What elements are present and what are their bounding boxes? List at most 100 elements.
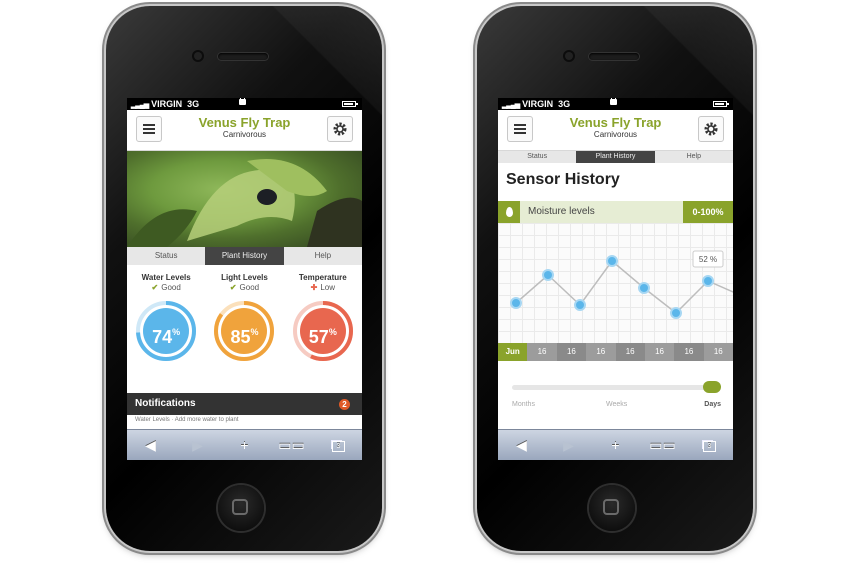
- bookmarks-button[interactable]: ▭▭: [268, 430, 315, 460]
- gauge-label: Temperature: [298, 273, 347, 282]
- data-point[interactable]: [542, 269, 554, 281]
- section-title: Sensor History: [506, 171, 620, 188]
- moisture-chart: 52 %: [498, 223, 733, 343]
- screen-status: ▂▃▄▅ VIRGIN 3G Venus Fly Trap Carnivorous: [127, 98, 362, 460]
- gauge: Water Levels ✔ Good 74%: [127, 273, 205, 393]
- add-button[interactable]: +: [592, 430, 639, 460]
- tabs-count: 3: [332, 440, 345, 452]
- date-cell[interactable]: 16: [703, 343, 733, 361]
- plus-icon: ✚: [310, 283, 318, 292]
- app-header: Venus Fly Trap Carnivorous: [498, 110, 733, 151]
- tab-help[interactable]: Help: [655, 151, 733, 163]
- add-button[interactable]: +: [221, 430, 268, 460]
- battery-icon: [342, 101, 358, 107]
- chart-svg: 52 %: [510, 250, 733, 319]
- gauge-label: Water Levels: [141, 273, 191, 282]
- gauge-status: ✔ Good: [151, 283, 181, 292]
- data-point[interactable]: [606, 255, 618, 267]
- battery-icon: [713, 101, 729, 107]
- back-button[interactable]: ◀: [498, 430, 545, 460]
- tabs-count: 3: [703, 440, 716, 452]
- slider-track[interactable]: [512, 385, 719, 390]
- gauge-value: 85%: [230, 327, 259, 347]
- gauge-status: ✚ Low: [310, 283, 336, 292]
- app-header: Venus Fly Trap Carnivorous: [127, 110, 362, 151]
- tab-status[interactable]: Status: [498, 151, 576, 163]
- network-type: 3G: [558, 99, 571, 109]
- month-label[interactable]: Jun: [498, 343, 528, 361]
- book-icon: ▭▭: [649, 437, 676, 453]
- slider-label-weeks[interactable]: Weeks: [606, 401, 627, 408]
- camera: [194, 52, 202, 60]
- home-button[interactable]: [218, 485, 264, 531]
- gear-icon: [333, 122, 347, 136]
- time-range-slider[interactable]: Months Weeks Days: [498, 361, 733, 421]
- plant-photo: [127, 151, 362, 247]
- bookmarks-button[interactable]: ▭▭: [639, 430, 686, 460]
- date-cell[interactable]: 16: [644, 343, 675, 361]
- speaker: [218, 53, 268, 60]
- tabs-button[interactable]: 3: [315, 430, 362, 460]
- data-point[interactable]: [510, 297, 522, 309]
- date-cell[interactable]: 16: [556, 343, 587, 361]
- gauge-value: 74%: [152, 327, 181, 347]
- tab-plant-history[interactable]: Plant History: [576, 151, 655, 163]
- tab-bar: Status Plant History Help: [127, 247, 362, 265]
- data-point[interactable]: [638, 282, 650, 294]
- series-line: [515, 259, 733, 314]
- data-point[interactable]: [670, 307, 682, 319]
- data-point[interactable]: [574, 299, 586, 311]
- carrier-name: VIRGIN: [151, 99, 183, 109]
- notification-item[interactable]: Water Levels · Add more water to plant: [127, 415, 362, 427]
- date-cell[interactable]: 16: [674, 343, 704, 361]
- notifications-title: Notifications: [135, 398, 196, 409]
- browser-toolbar: ◀ ▶ + ▭▭ 3: [127, 429, 362, 460]
- value-tooltip: 52 %: [692, 250, 724, 268]
- book-icon: ▭▭: [278, 437, 305, 453]
- status-bar: ▂▃▄▅ VIRGIN 3G: [127, 98, 362, 110]
- phone-left: ▂▃▄▅ VIRGIN 3G Venus Fly Trap Carnivorous: [106, 6, 382, 551]
- tabs-button[interactable]: 3: [686, 430, 733, 460]
- check-icon: ✔: [151, 283, 159, 292]
- sensor-range: 0-100%: [683, 201, 733, 223]
- home-button[interactable]: [589, 485, 635, 531]
- check-icon: ✔: [229, 283, 237, 292]
- slider-knob[interactable]: [703, 381, 721, 393]
- sensor-name: Moisture levels: [528, 206, 595, 217]
- date-cell[interactable]: 16: [615, 343, 645, 361]
- tab-status[interactable]: Status: [127, 247, 205, 265]
- gauge: Temperature ✚ Low 57%: [284, 273, 362, 393]
- gear-icon: [704, 122, 718, 136]
- gauge: Light Levels ✔ Good 85%: [205, 273, 283, 393]
- gauges: Water Levels ✔ Good 74% Light Levels ✔ Good 85%…: [127, 265, 362, 393]
- status-bar: ▂▃▄▅ VIRGIN 3G: [498, 98, 733, 110]
- gauge-status: ✔ Good: [229, 283, 260, 292]
- settings-button[interactable]: [327, 116, 353, 142]
- notifications-header[interactable]: Notifications 2: [127, 393, 362, 415]
- date-cell[interactable]: 16: [527, 343, 557, 361]
- lock-icon: [610, 98, 617, 105]
- tab-bar: Status Plant History Help: [498, 151, 733, 163]
- data-point[interactable]: [702, 275, 714, 287]
- forward-button[interactable]: ▶: [174, 430, 221, 460]
- carrier-name: VIRGIN: [522, 99, 554, 109]
- back-button[interactable]: ◀: [127, 430, 174, 460]
- tab-plant-history[interactable]: Plant History: [205, 247, 284, 265]
- gauge-value: 57%: [308, 327, 337, 347]
- tab-help[interactable]: Help: [284, 247, 362, 265]
- speaker: [589, 53, 639, 60]
- water-drop-icon: [498, 201, 520, 223]
- forward-button[interactable]: ▶: [545, 430, 592, 460]
- tooltip-text: 52 %: [699, 255, 717, 264]
- settings-button[interactable]: [698, 116, 724, 142]
- camera: [565, 52, 573, 60]
- network-type: 3G: [187, 99, 200, 109]
- date-cell[interactable]: 16: [586, 343, 616, 361]
- date-bar: Jun 16 16 16 16 16 16 16: [498, 343, 733, 361]
- fly-image: [257, 189, 277, 205]
- phone-right: ▂▃▄▅ VIRGIN 3G Venus Fly Trap Carnivorous…: [477, 6, 753, 551]
- notification-count-badge: 2: [339, 399, 350, 410]
- slider-label-days[interactable]: Days: [704, 401, 721, 408]
- slider-label-months[interactable]: Months: [512, 401, 535, 408]
- sensor-selector[interactable]: Moisture levels 0-100%: [498, 201, 733, 223]
